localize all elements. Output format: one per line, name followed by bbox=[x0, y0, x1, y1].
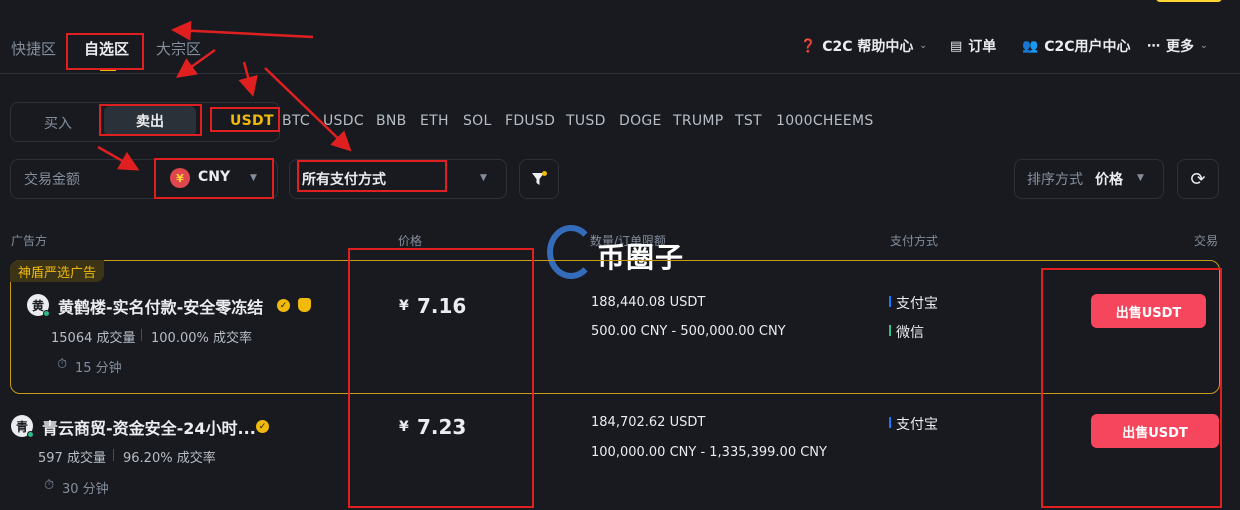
annotation-arrow bbox=[97, 145, 140, 171]
annotation-arrow bbox=[238, 61, 258, 97]
annotation-arrow bbox=[175, 48, 216, 78]
annotation-arrows bbox=[97, 20, 352, 171]
annotation-arrow bbox=[171, 20, 314, 41]
annotation-arrow bbox=[264, 67, 352, 152]
